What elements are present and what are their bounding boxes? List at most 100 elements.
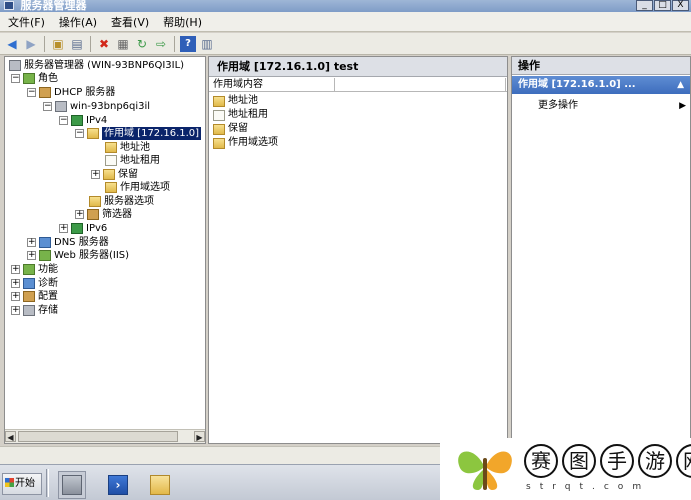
expand-icon[interactable]: + [11,292,20,301]
tree-label: 诊断 [38,278,58,289]
taskbar-separator [46,469,49,497]
action-section-scope[interactable]: 作用域 [172.16.1.0] ... ▲ [512,76,690,94]
collapse-icon[interactable]: − [43,102,52,111]
list-item-label: 保留 [228,123,248,134]
taskbar-powershell[interactable]: › [104,471,132,499]
tree-node-dhcp[interactable]: − DHCP 服务器 [27,86,115,99]
collapse-up-icon[interactable]: ▲ [677,76,684,94]
server-manager-icon [9,60,21,71]
tree-node-scope-options[interactable]: 作用域选项 [105,181,170,194]
show-hide-tree-icon[interactable]: ▤ [69,36,85,52]
powershell-icon: › [108,475,128,495]
start-button[interactable]: 开始 [2,473,42,495]
expand-icon[interactable]: + [59,224,68,233]
result-pane: 作用域 [172.16.1.0] test 作用域内容 地址池 地址租用 保留 … [208,56,508,444]
action-pane: 操作 作用域 [172.16.1.0] ... ▲ 更多操作 ▶ [511,56,691,444]
collapse-icon[interactable]: − [75,129,84,138]
tree-node-dns[interactable]: + DNS 服务器 [27,236,109,249]
server-manager-icon [4,1,14,10]
collapse-icon[interactable]: − [11,74,20,83]
folder-icon [87,128,99,139]
tree-node-server-options[interactable]: 服务器选项 [89,195,154,208]
list-item-address-pool[interactable]: 地址池 [213,94,258,108]
properties-icon[interactable]: ▦ [115,36,131,52]
show-hide-action-icon[interactable]: ▥ [199,36,215,52]
result-pane-header: 作用域 [172.16.1.0] test [209,57,507,77]
up-icon[interactable]: ▣ [50,36,66,52]
list-item-scope-options[interactable]: 作用域选项 [213,136,278,150]
menu-file[interactable]: 文件(F) [8,14,45,30]
menu-view[interactable]: 查看(V) [111,14,149,30]
action-pane-header: 操作 [512,57,690,75]
watermark-domain: strqt.com [526,482,651,492]
watermark: 赛 图 手 游 网 strqt.com [440,438,691,500]
toolbar-separator [90,35,91,52]
scrollbar-thumb[interactable] [18,431,178,442]
maximize-button[interactable]: □ [654,0,671,11]
tree-label: DHCP 服务器 [54,87,116,98]
tree-node-address-pool[interactable]: 地址池 [105,141,150,154]
tree-node-host[interactable]: − win-93bnp6qi3il [43,100,150,113]
tree-node-configuration[interactable]: + 配置 [11,290,58,303]
list-item-reservations[interactable]: 保留 [213,122,248,136]
folder-icon [89,196,101,207]
tree-node-reservations[interactable]: + 保留 [91,168,138,181]
expand-icon[interactable]: + [27,251,36,260]
menu-action[interactable]: 操作(A) [59,14,97,30]
tree-node-storage[interactable]: + 存储 [11,304,58,317]
tree-label-selected: 作用域 [172.16.1.0] [102,127,202,140]
back-icon[interactable]: ◀ [4,36,20,52]
tree-node-filters[interactable]: + 筛选器 [75,208,132,221]
leases-icon [213,109,225,121]
taskbar-server-manager[interactable] [58,471,86,499]
collapse-icon[interactable]: − [59,116,68,125]
tree-label: 配置 [38,291,58,302]
tree-node-server-manager[interactable]: 服务器管理器 (WIN-93BNP6QI3IL) [9,59,184,72]
forward-icon[interactable]: ▶ [23,36,39,52]
scroll-right-icon[interactable]: ▶ [194,431,205,442]
column-header-scope-contents[interactable]: 作用域内容 [213,78,335,92]
taskbar-explorer[interactable] [146,471,174,499]
expand-icon[interactable]: + [75,210,84,219]
tree-node-web-iis[interactable]: + Web 服务器(IIS) [27,249,129,262]
tree-label: IPv4 [86,115,108,126]
expand-icon[interactable]: + [11,279,20,288]
delete-icon[interactable]: ✖ [96,36,112,52]
collapse-icon[interactable]: − [27,88,36,97]
refresh-icon[interactable]: ↻ [134,36,150,52]
expand-icon[interactable]: + [11,265,20,274]
watermark-char: 赛 [524,444,558,478]
tree-node-ipv4[interactable]: − IPv4 [59,114,107,127]
leases-icon [105,155,117,166]
expand-icon[interactable]: + [91,170,100,179]
help-icon[interactable]: ? [180,35,196,52]
tree-horizontal-scrollbar[interactable]: ◀ ▶ [5,429,205,443]
menu-bar: 文件(F) 操作(A) 查看(V) 帮助(H) [0,12,691,32]
tree-node-ipv6[interactable]: + IPv6 [59,222,107,235]
roles-icon [23,73,35,84]
minimize-button[interactable]: _ [636,0,653,11]
features-icon [23,264,35,275]
tree-node-features[interactable]: + 功能 [11,263,58,276]
menu-help[interactable]: 帮助(H) [163,14,202,30]
action-more-actions[interactable]: 更多操作 ▶ [538,99,688,113]
close-button[interactable]: X [672,0,689,11]
scroll-left-icon[interactable]: ◀ [5,431,16,442]
window-titlebar: 服务器管理器 [0,0,691,12]
diagnostics-icon [23,278,35,289]
tree-node-roles[interactable]: − 角色 [11,72,58,85]
folder-icon [105,142,117,153]
column-header-empty[interactable] [336,78,506,92]
tree-node-scope[interactable]: − 作用域 [172.16.1.0] [75,127,202,140]
list-item-address-leases[interactable]: 地址租用 [213,108,268,122]
tree-node-address-leases[interactable]: 地址租用 [105,154,160,167]
export-icon[interactable]: ⇨ [153,36,169,52]
watermark-char: 手 [600,444,634,478]
tree-node-diagnostics[interactable]: + 诊断 [11,277,58,290]
folder-icon [105,182,117,193]
expand-icon[interactable]: + [27,238,36,247]
column-header-row: 作用域内容 [209,78,507,92]
tree-label: win-93bnp6qi3il [70,101,151,112]
expand-icon[interactable]: + [11,306,20,315]
list-item-label: 地址租用 [228,109,268,120]
